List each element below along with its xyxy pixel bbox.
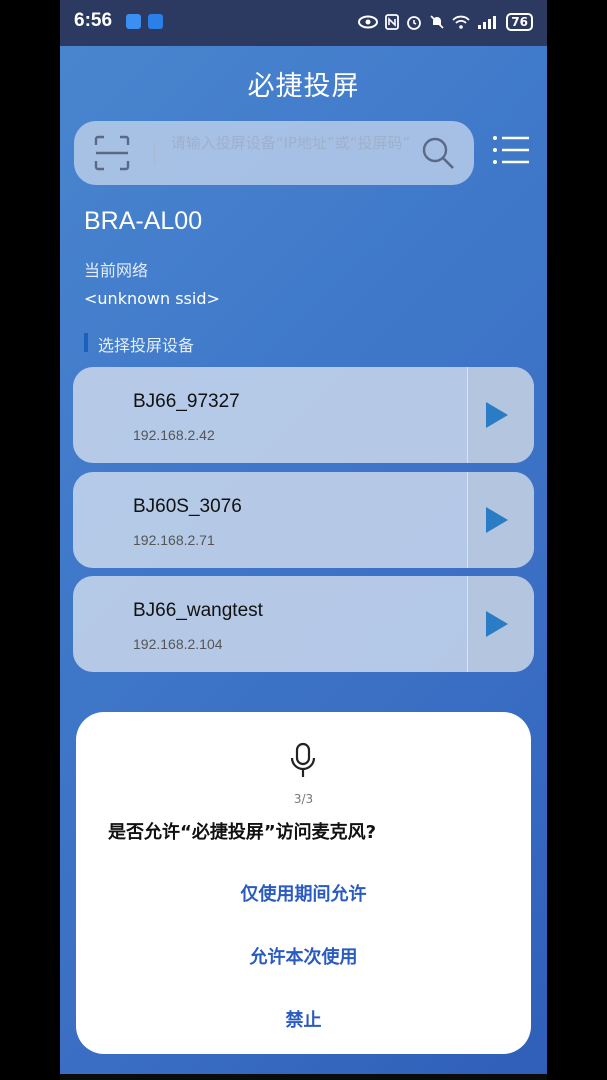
microphone-icon xyxy=(290,742,316,777)
list-menu-icon[interactable] xyxy=(491,130,531,170)
cast-button[interactable] xyxy=(467,576,534,672)
device-list-item[interactable]: BJ66_97327 192.168.2.42 xyxy=(73,367,534,463)
eye-icon xyxy=(358,15,379,29)
notification-app-icon xyxy=(148,14,163,29)
device-item-name: BJ60S_3076 xyxy=(133,496,242,517)
play-icon xyxy=(486,611,508,637)
cast-button[interactable] xyxy=(467,472,534,568)
play-icon xyxy=(486,402,508,428)
search-icon[interactable] xyxy=(420,135,456,171)
wifi-icon xyxy=(452,15,470,29)
network-label: 当前网络 xyxy=(84,261,149,280)
nfc-icon xyxy=(385,14,400,30)
status-bar: 6:56 76 xyxy=(60,0,547,46)
device-name: BRA-AL00 xyxy=(84,207,203,235)
page-title: 必捷投屏 xyxy=(247,71,360,102)
device-item-ip: 192.168.2.71 xyxy=(133,532,215,548)
section-title: 选择投屏设备 xyxy=(84,332,194,356)
permission-dialog: 3/3 是否允许“必捷投屏”访问麦克风? 仅使用期间允许 允许本次使用 禁止 xyxy=(76,712,531,1054)
bottom-bar xyxy=(60,1074,547,1080)
network-ssid: <unknown ssid> xyxy=(84,289,220,308)
deny-button[interactable]: 禁止 xyxy=(76,1006,531,1032)
battery-indicator: 76 xyxy=(506,13,533,31)
text-cursor xyxy=(154,141,155,165)
allow-once-button[interactable]: 允许本次使用 xyxy=(76,943,531,969)
cast-button[interactable] xyxy=(467,367,534,463)
device-list-item[interactable]: BJ66_wangtest 192.168.2.104 xyxy=(73,576,534,672)
mute-icon xyxy=(430,15,444,29)
system-icons: 76 xyxy=(358,12,533,32)
notification-app-icon xyxy=(126,14,141,29)
permission-counter: 3/3 xyxy=(293,792,314,806)
permission-question: 是否允许“必捷投屏”访问麦克风? xyxy=(108,822,377,843)
status-time: 6:56 xyxy=(74,10,113,31)
device-item-ip: 192.168.2.42 xyxy=(133,427,215,443)
device-item-name: BJ66_wangtest xyxy=(133,600,263,621)
screen: 6:56 76 必捷投屏 请输入投屏设备“IP地址”或“投屏码” BRA-AL0… xyxy=(60,0,547,1080)
play-icon xyxy=(486,507,508,533)
alarm-icon xyxy=(407,16,422,30)
device-item-name: BJ66_97327 xyxy=(133,391,240,412)
search-bar[interactable]: 请输入投屏设备“IP地址”或“投屏码” xyxy=(74,121,474,185)
allow-while-using-button[interactable]: 仅使用期间允许 xyxy=(76,880,531,906)
search-input[interactable]: 请输入投屏设备“IP地址”或“投屏码” xyxy=(168,133,413,153)
device-list-item[interactable]: BJ60S_3076 192.168.2.71 xyxy=(73,472,534,568)
signal-icon xyxy=(478,16,497,29)
device-item-ip: 192.168.2.104 xyxy=(133,636,223,652)
scan-icon[interactable] xyxy=(92,133,132,173)
